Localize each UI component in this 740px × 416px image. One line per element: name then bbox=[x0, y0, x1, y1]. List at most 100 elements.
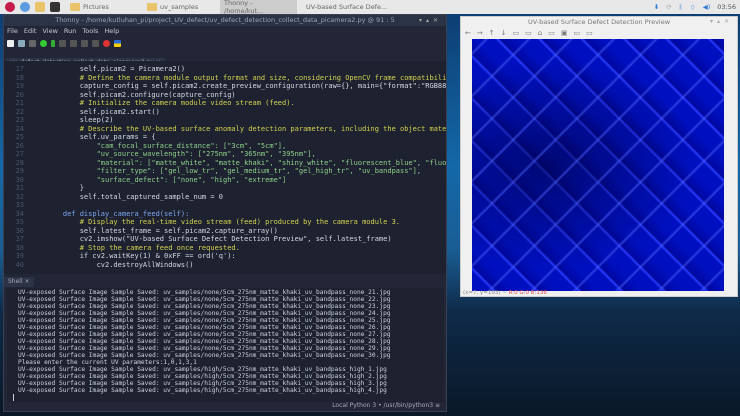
shell-line: UV-exposed Surface Image Sample Saved: u… bbox=[18, 352, 391, 359]
code-text: "material": ["matte_white", "matte_khaki… bbox=[96, 158, 446, 167]
wifi-icon[interactable]: ⌔ bbox=[690, 3, 696, 12]
code-text: if cv2.waitKey(1) & 0xFF == ord('q'): bbox=[46, 252, 236, 260]
line-number: 28 bbox=[15, 158, 24, 167]
code-line: 26 "cam_focal_surface_distance": ["3cm",… bbox=[4, 142, 446, 151]
file-manager-icon[interactable] bbox=[35, 2, 45, 12]
terminal-icon[interactable] bbox=[50, 2, 60, 12]
line-number: 34 bbox=[15, 209, 24, 218]
taskbar-item-uv-samples[interactable]: uv_samples bbox=[143, 0, 202, 14]
line-number: 39 bbox=[15, 252, 24, 260]
zoom-out-icon[interactable]: ▭ bbox=[586, 29, 593, 37]
shell-line: UV-exposed Surface Image Sample Saved: u… bbox=[18, 373, 387, 380]
folder-icon bbox=[70, 3, 80, 11]
toolbar bbox=[4, 37, 446, 49]
code-text: "uv_source_wavelength": ["275nm", "365nm… bbox=[46, 150, 316, 158]
bluetooth-icon[interactable]: ᛒ bbox=[679, 3, 683, 11]
back-icon[interactable]: ← bbox=[465, 29, 471, 37]
code-line: 24 # Describe the UV-based surface anoma… bbox=[4, 125, 446, 134]
shell-line: UV-exposed Surface Image Sample Saved: u… bbox=[18, 303, 391, 310]
up-icon[interactable]: ↑ bbox=[489, 29, 495, 37]
save-icon[interactable] bbox=[29, 39, 36, 47]
home-icon[interactable]: ⌂ bbox=[538, 29, 542, 37]
open-file-icon[interactable] bbox=[18, 39, 25, 47]
preview-window: UV-based Surface Defect Detection Previe… bbox=[460, 16, 738, 297]
code-text: # Initialize the camera module video str… bbox=[46, 99, 295, 107]
code-line: 20 self.picam2.configure(capture_config) bbox=[4, 91, 446, 100]
code-line: 28 "material": ["matte_white", "matte_kh… bbox=[4, 159, 446, 168]
run-icon[interactable] bbox=[40, 39, 47, 47]
forward-icon[interactable]: → bbox=[477, 29, 483, 37]
line-number: 33 bbox=[15, 201, 24, 209]
window-controls[interactable]: ▾▴✕ bbox=[710, 17, 733, 27]
camera-feed-image[interactable] bbox=[472, 39, 724, 291]
stop-icon[interactable] bbox=[103, 39, 110, 47]
resume-icon[interactable] bbox=[92, 39, 99, 47]
menu-tools[interactable]: Tools bbox=[82, 26, 98, 37]
line-number: 18 bbox=[15, 73, 24, 82]
code-line: 39 if cv2.waitKey(1) & 0xFF == ord('q'): bbox=[4, 252, 446, 261]
ukraine-flag-icon[interactable] bbox=[114, 39, 121, 47]
line-number: 36 bbox=[15, 226, 24, 235]
code-line: 22 self.picam2.start() bbox=[4, 108, 446, 117]
new-file-icon[interactable] bbox=[7, 39, 14, 47]
system-tray: ⬇ ⟳ ᛒ ⌔ ◀) 03:56 bbox=[654, 0, 736, 14]
step-into-icon[interactable] bbox=[70, 39, 77, 47]
fit-icon[interactable]: ▭ bbox=[548, 29, 555, 37]
line-number: 27 bbox=[15, 150, 24, 158]
line-number: 40 bbox=[15, 260, 24, 269]
step-out-icon[interactable] bbox=[81, 39, 88, 47]
browser-icon[interactable] bbox=[20, 2, 30, 12]
interpreter-status[interactable]: Local Python 3 • /usr/bin/python3 ≡ bbox=[332, 402, 440, 409]
code-text: # Describe the UV-based surface anomaly … bbox=[79, 124, 446, 133]
code-line: 23 sleep(2) bbox=[4, 116, 446, 125]
code-text: self.picam2.start() bbox=[46, 107, 160, 116]
menu-view[interactable]: View bbox=[42, 26, 57, 37]
zoom-icon[interactable]: ▭ bbox=[525, 29, 532, 37]
code-text: "surface_defect": ["none", "high", "extr… bbox=[46, 175, 287, 184]
shell-line: UV-exposed Surface Image Sample Saved: u… bbox=[18, 338, 391, 345]
code-line: 18 # Define the camera module output for… bbox=[4, 74, 446, 83]
down-icon[interactable]: ↓ bbox=[501, 29, 507, 37]
menu-run[interactable]: Run bbox=[64, 26, 76, 37]
line-number: 37 bbox=[15, 235, 24, 243]
menu-file[interactable]: File bbox=[7, 26, 18, 37]
shell-tab[interactable]: Shell × bbox=[4, 277, 34, 287]
taskbar-item-pictures[interactable]: Pictures bbox=[66, 0, 113, 14]
preview-titlebar: UV-based Surface Defect Detection Previe… bbox=[527, 17, 733, 27]
line-number: 32 bbox=[15, 192, 24, 201]
taskbar: Pictures uv_samples Thonny - /home/kut..… bbox=[0, 0, 740, 15]
debug-icon[interactable] bbox=[51, 39, 55, 47]
code-line: 38 # Stop the camera feed once requested… bbox=[4, 244, 446, 253]
update-icon[interactable]: ⬇ bbox=[654, 3, 659, 11]
sync-icon[interactable]: ⟳ bbox=[666, 3, 671, 11]
shell-output[interactable]: UV-exposed Surface Image Sample Saved: u… bbox=[7, 288, 444, 402]
taskbar-item-preview[interactable]: UV-based Surface Defe... bbox=[302, 0, 391, 14]
raspberry-menu-icon[interactable] bbox=[5, 2, 15, 12]
code-text: } bbox=[46, 184, 84, 192]
thonny-window: Thonny - /home/kutluhan_pi/project_UV_de… bbox=[3, 14, 447, 412]
window-controls[interactable]: ▾▴✕ bbox=[419, 15, 442, 26]
pixel-info: (x=7, y=193) ~ R:0 G:0 B:136 bbox=[463, 290, 547, 296]
preview-toolbar: ← → ↑ ↓ ▭ ▭ ⌂ ▭ ▣ ▭ ▭ bbox=[461, 27, 737, 38]
shell-line: Please enter the current UV parameters:1… bbox=[18, 359, 197, 366]
properties-icon[interactable]: ▭ bbox=[573, 29, 580, 37]
menu-edit[interactable]: Edit bbox=[24, 26, 37, 37]
taskbar-item-thonny[interactable]: Thonny - /home/kut... bbox=[220, 0, 297, 15]
volume-icon[interactable]: ◀) bbox=[703, 3, 711, 11]
code-line: 17 self.picam2 = Picamera2() bbox=[4, 65, 446, 74]
code-line: 36 self.latest_frame = self.picam2.captu… bbox=[4, 227, 446, 236]
menu-bar: File Edit View Run Tools Help bbox=[4, 26, 446, 37]
code-text: def display_camera_feed(self): bbox=[46, 209, 190, 218]
pan-icon[interactable]: ▭ bbox=[513, 29, 520, 37]
shell-line: UV-exposed Surface Image Sample Saved: u… bbox=[18, 317, 391, 324]
line-number: 31 bbox=[15, 184, 24, 192]
code-line: 34 def display_camera_feed(self): bbox=[4, 210, 446, 219]
shell-line: UV-exposed Surface Image Sample Saved: u… bbox=[18, 387, 387, 394]
code-editor[interactable]: 17 self.picam2 = Picamera2() 18 # Define … bbox=[4, 61, 446, 274]
line-number: 29 bbox=[15, 167, 24, 175]
step-over-icon[interactable] bbox=[59, 39, 66, 47]
code-text: # Display the real-time video stream (fe… bbox=[46, 218, 401, 226]
code-text: capture_config = self.picam2.create_prev… bbox=[79, 82, 446, 90]
save-image-icon[interactable]: ▣ bbox=[561, 29, 568, 37]
menu-help[interactable]: Help bbox=[104, 26, 119, 37]
